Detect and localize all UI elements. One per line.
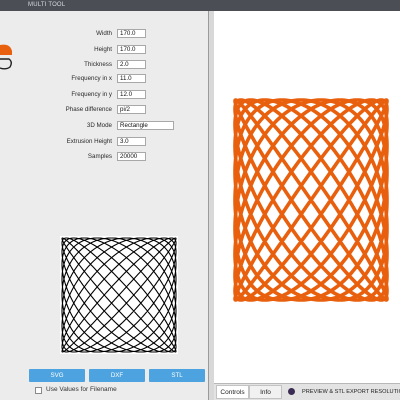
field-label: Phase difference (65, 106, 112, 113)
export-dxf-button[interactable]: DXF (89, 369, 145, 382)
field-input[interactable]: 12.0 (117, 89, 146, 99)
form-row: Frequency in y 12.0 (0, 89, 208, 100)
field-input[interactable]: Rectangle (117, 120, 174, 130)
field-input[interactable]: 170.0 (117, 28, 146, 38)
field-input[interactable]: 20000 (117, 151, 146, 161)
field-label: Frequency in y (71, 91, 112, 98)
form-row: Thickness 2.0 (0, 59, 208, 70)
title-bar: MULTI TOOL (0, 0, 400, 11)
field-label: 3D Mode (86, 122, 112, 129)
bottom-bar: Controls Info PREVIEW & STL EXPORT RESOL… (214, 383, 400, 400)
form-row: Width 170.0 (0, 28, 208, 39)
field-input[interactable]: 170.0 (117, 44, 146, 54)
field-label: Extrusion Height (66, 138, 112, 145)
field-label: Thickness (84, 61, 112, 68)
lissajous-3d-preview[interactable] (231, 95, 391, 305)
field-label: Frequency in x (71, 75, 112, 82)
controls-panel: Width 170.0 Height 170.0 Thickness 2.0 Frequen… (0, 11, 209, 400)
form-row: Frequency in x 11.0 (0, 73, 208, 84)
use-values-filename-checkbox[interactable] (35, 387, 42, 394)
form-row: Extrusion Height 3.0 (0, 136, 208, 147)
preview-3d-panel[interactable] (214, 11, 400, 383)
status-dot-icon (288, 388, 295, 395)
form-row: Phase difference pi/2 (0, 104, 208, 115)
field-input[interactable]: pi/2 (117, 104, 146, 114)
lissajous-3d-curve (233, 98, 389, 302)
use-values-filename-label: Use Values for Filename (46, 386, 117, 393)
form-row: Height 170.0 (0, 44, 208, 55)
export-svg-button[interactable]: SVG (29, 369, 85, 382)
field-label: Samples (87, 153, 112, 160)
window-title: MULTI TOOL (28, 2, 66, 8)
field-input[interactable]: 3.0 (117, 136, 146, 146)
export-resolution-label: PREVIEW & STL EXPORT RESOLUTION (302, 389, 400, 395)
field-label: Height (94, 46, 112, 53)
field-input[interactable]: 2.0 (117, 59, 146, 69)
form-row: 3D Mode Rectangle (0, 120, 208, 131)
form-row: Samples 20000 (0, 151, 208, 162)
lissajous-2d-preview (60, 236, 178, 354)
field-label: Width (96, 30, 112, 37)
tab-controls[interactable]: Controls (216, 385, 249, 399)
tab-info[interactable]: Info (249, 385, 282, 399)
field-input[interactable]: 11.0 (117, 73, 146, 83)
export-stl-button[interactable]: STL (149, 369, 205, 382)
lissajous-2d-curve (61, 237, 177, 353)
